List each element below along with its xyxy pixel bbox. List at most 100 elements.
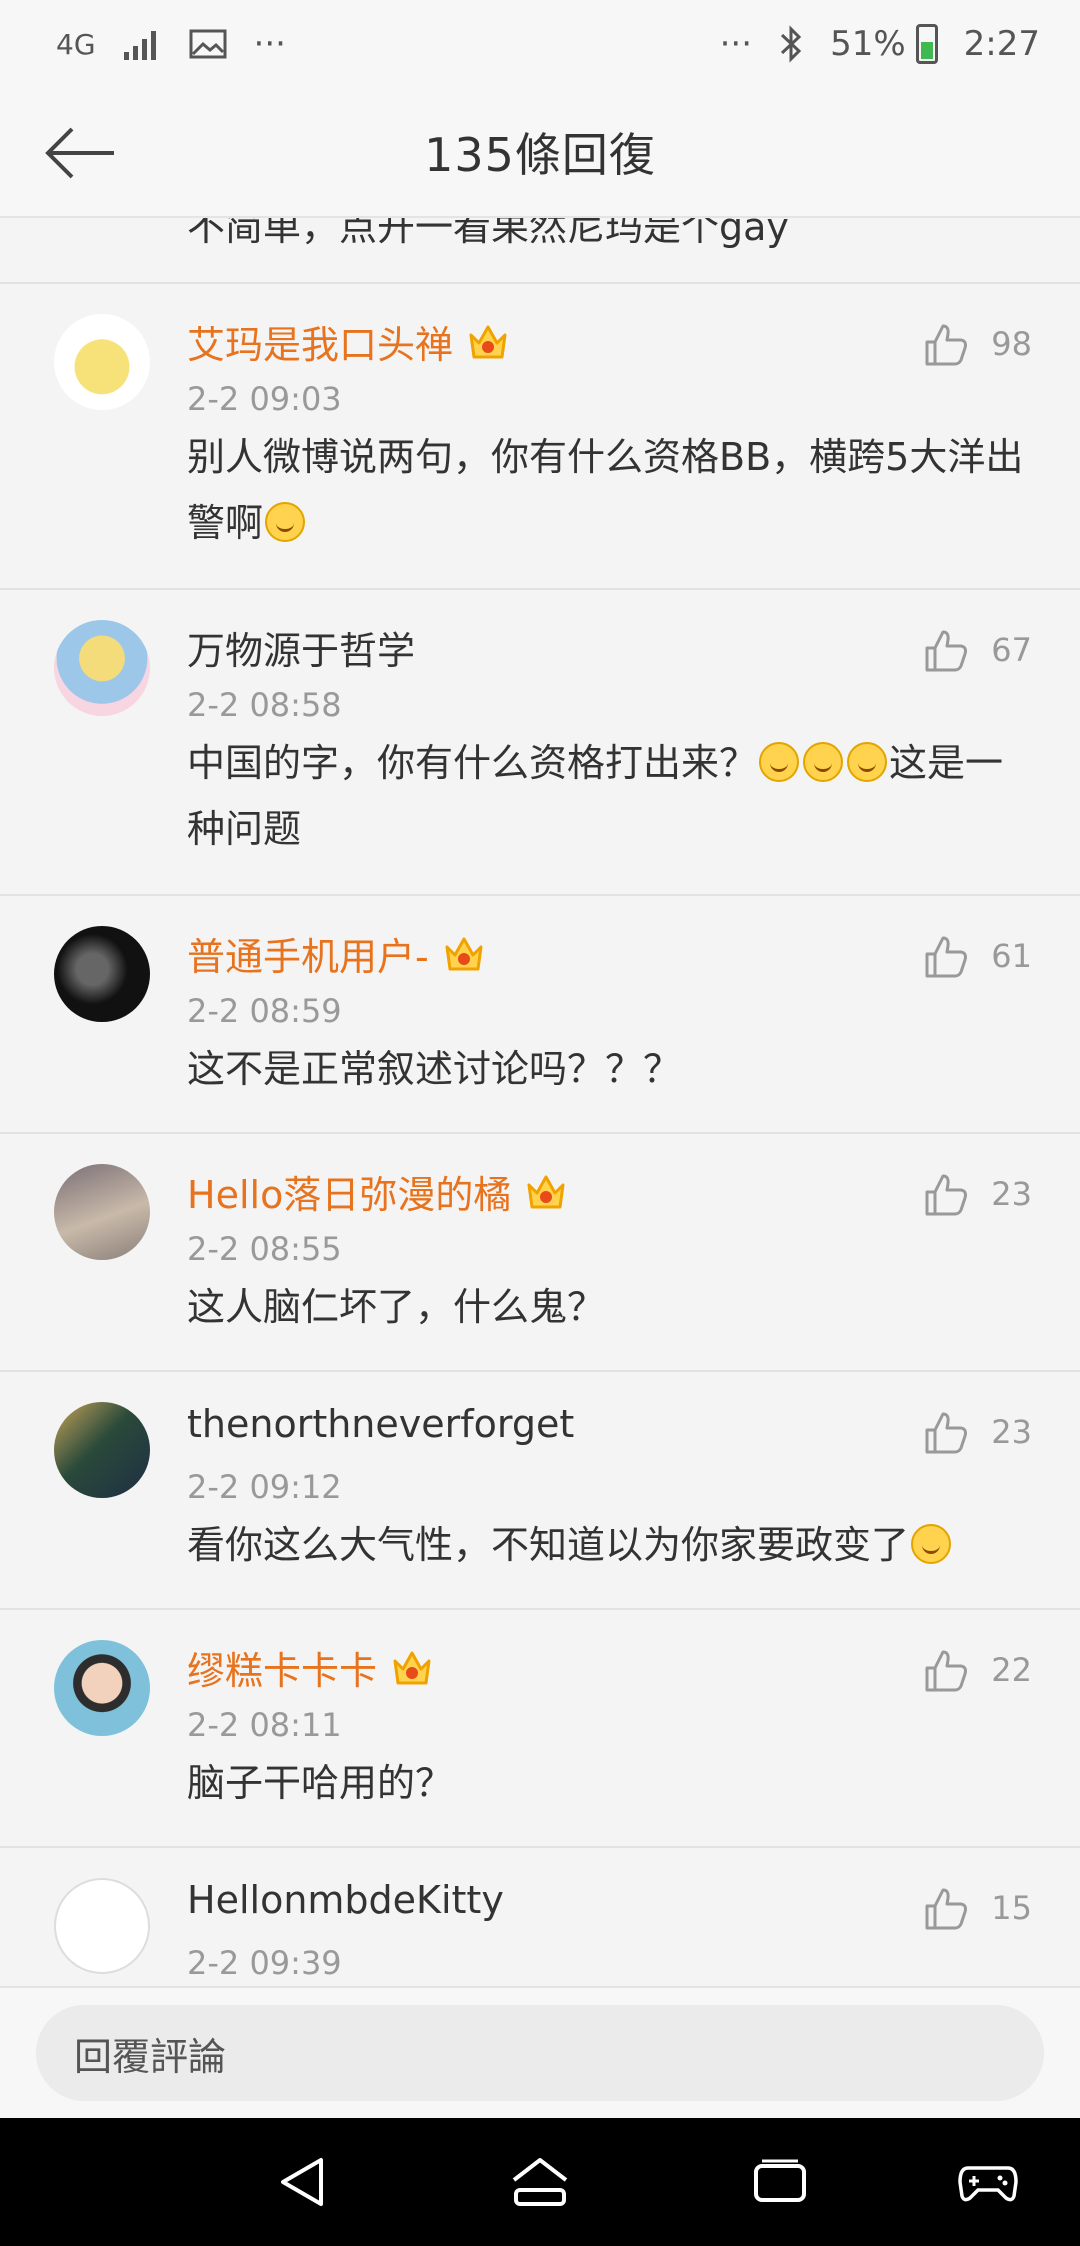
avatar[interactable]	[54, 1640, 150, 1736]
like-count: 22	[991, 1651, 1032, 1689]
more-indicator-left: ···	[253, 24, 286, 64]
thumbs-up-icon	[925, 1174, 968, 1216]
comment-author[interactable]: 普通手机用户-	[187, 926, 429, 981]
comment-item[interactable]: 万物源于哲学 2-2 08:58 中国的字，你有什么资格打出来？ 这是一种问题 67	[0, 590, 1080, 896]
nav-back-button[interactable]	[270, 2150, 334, 2214]
comment-author[interactable]: 缪糕卡卡卡	[187, 1640, 377, 1695]
thumbs-up-icon	[925, 324, 968, 366]
nav-recents-icon	[754, 2159, 806, 2202]
nav-recents-button[interactable]	[748, 2150, 812, 2214]
comment-text-main: 脑子干哈用的？	[187, 1761, 454, 1805]
bluetooth-icon	[778, 24, 804, 64]
thumbs-up-icon	[925, 1650, 968, 1692]
comment-text: 这人脑仁坏了，什么鬼？	[187, 1274, 1037, 1340]
comment-text-main: 这人脑仁坏了，什么鬼？	[187, 1285, 606, 1329]
avatar[interactable]	[54, 620, 150, 716]
comment-author-row: 缪糕卡卡卡	[187, 1640, 435, 1695]
thumbs-up-icon	[925, 1888, 968, 1930]
comment-text: 中国的字，你有什么资格打出来？ 这是一种问题	[187, 730, 1037, 862]
comment-author[interactable]: 艾玛是我口头禅	[187, 314, 453, 369]
like-count: 67	[991, 631, 1032, 669]
comment-text-main: 这不是正常叙述讨论吗？？？	[187, 1047, 682, 1091]
like-count: 23	[991, 1413, 1032, 1451]
more-indicator-right: ···	[719, 24, 753, 64]
avatar[interactable]	[54, 926, 150, 1022]
comment-author[interactable]: thenorthneverforget	[187, 1402, 574, 1446]
comment-time: 2-2 08:11	[187, 1706, 342, 1744]
like-button[interactable]: 98	[923, 322, 1032, 366]
system-navigation-bar	[0, 2118, 1080, 2246]
emoji-icon	[803, 742, 844, 782]
clock: 2:27	[963, 24, 1040, 64]
comment-item[interactable]: 缪糕卡卡卡 2-2 08:11 脑子干哈用的？ 22	[0, 1610, 1080, 1848]
comment-text-main: 看你这么大气性，不知道以为你家要政变了	[187, 1523, 910, 1567]
like-button[interactable]: 23	[923, 1410, 1032, 1454]
thumbs-up-icon	[925, 936, 968, 978]
like-count: 23	[991, 1175, 1032, 1213]
battery-percent: 51%	[830, 24, 906, 64]
avatar[interactable]	[54, 314, 150, 410]
comment-time: 2-2 08:59	[187, 992, 342, 1030]
avatar[interactable]	[54, 1402, 150, 1498]
comment-item[interactable]: HellonmbdeKitty 2-2 09:39 15	[0, 1848, 1080, 1986]
reply-bar: 回覆評論	[0, 1986, 1080, 2118]
vip-crown-icon	[465, 319, 511, 365]
comment-text: 脑子干哈用的？	[187, 1750, 1037, 1816]
thumbs-up-icon	[925, 630, 968, 672]
comment-time: 2-2 09:03	[187, 380, 342, 418]
comment-author[interactable]: HellonmbdeKitty	[187, 1878, 504, 1922]
comment-author[interactable]: 万物源于哲学	[187, 620, 415, 675]
page-title: 135條回復	[424, 128, 656, 182]
comment-text: 别人微博说两句，你有什么资格BB，横跨5大洋出警啊	[187, 424, 1037, 556]
top-navigation-bar: 135條回復	[0, 88, 1080, 218]
image-icon	[188, 28, 228, 60]
like-button[interactable]: 23	[923, 1172, 1032, 1216]
vip-crown-icon	[523, 1169, 569, 1215]
nav-back-icon	[281, 2158, 323, 2206]
like-button[interactable]: 22	[923, 1648, 1032, 1692]
vip-crown-icon	[441, 931, 487, 977]
avatar[interactable]	[54, 1164, 150, 1260]
comment-author-row: 万物源于哲学	[187, 620, 415, 675]
comment-time: 2-2 09:12	[187, 1468, 342, 1506]
comment-item[interactable]: Hello落日弥漫的橘 2-2 08:55 这人脑仁坏了，什么鬼？ 23	[0, 1134, 1080, 1372]
status-bar: 4G ··· ··· 51% 2:27	[0, 0, 1080, 88]
comment-text-main: 别人微博说两句，你有什么资格BB，横跨5大洋出警啊	[187, 435, 1024, 545]
avatar[interactable]	[54, 1878, 150, 1974]
like-count: 98	[991, 325, 1032, 363]
nav-home-button[interactable]	[508, 2150, 572, 2214]
like-count: 61	[991, 937, 1032, 975]
like-button[interactable]: 61	[923, 934, 1032, 978]
reply-input[interactable]: 回覆評論	[36, 2005, 1044, 2101]
signal-icon	[122, 28, 162, 60]
comment-item[interactable]: 普通手机用户- 2-2 08:59 这不是正常叙述讨论吗？？？ 61	[0, 896, 1080, 1134]
comment-text: 看你这么大气性，不知道以为你家要政变了	[187, 1512, 1037, 1578]
comment-author-row: HellonmbdeKitty	[187, 1878, 504, 1922]
comment-text-main: 中国的字，你有什么资格打出来？	[187, 741, 758, 785]
comment-item[interactable]: thenorthneverforget 2-2 09:12 看你这么大气性，不知道以…	[0, 1372, 1080, 1610]
like-count: 15	[991, 1889, 1032, 1927]
back-button[interactable]	[40, 118, 120, 188]
gamepad-icon	[958, 2166, 1018, 2202]
comment-author-row: 普通手机用户-	[187, 926, 487, 981]
vip-crown-icon	[389, 1645, 435, 1691]
comment-author-row: Hello落日弥漫的橘	[187, 1164, 569, 1219]
like-button[interactable]: 15	[923, 1886, 1032, 1930]
comment-time: 2-2 08:58	[187, 686, 342, 724]
comment-author-row: thenorthneverforget	[187, 1402, 574, 1446]
comment-text: 这不是正常叙述讨论吗？？？	[187, 1036, 1037, 1102]
like-button[interactable]: 67	[923, 628, 1032, 672]
emoji-icon	[911, 1524, 952, 1564]
partial-comment-text: 不简单，点开一看果然尼玛是个gay	[187, 218, 789, 249]
emoji-icon	[847, 742, 888, 782]
comment-item[interactable]: 艾玛是我口头禅 2-2 09:03 别人微博说两句，你有什么资格BB，横跨5大洋出警…	[0, 284, 1080, 590]
comment-time: 2-2 09:39	[187, 1944, 342, 1982]
game-mode-button[interactable]	[956, 2150, 1020, 2214]
nav-home-icon	[512, 2158, 568, 2206]
comment-author[interactable]: Hello落日弥漫的橘	[187, 1164, 511, 1219]
comment-author-row: 艾玛是我口头禅	[187, 314, 511, 369]
back-arrow-icon	[45, 127, 114, 179]
thumbs-up-icon	[925, 1412, 968, 1454]
emoji-icon	[265, 502, 306, 542]
comment-list[interactable]: 不简单，点开一看果然尼玛是个gay 艾玛是我口头禅 2-2 09:03 别人微博说两…	[0, 218, 1080, 1986]
